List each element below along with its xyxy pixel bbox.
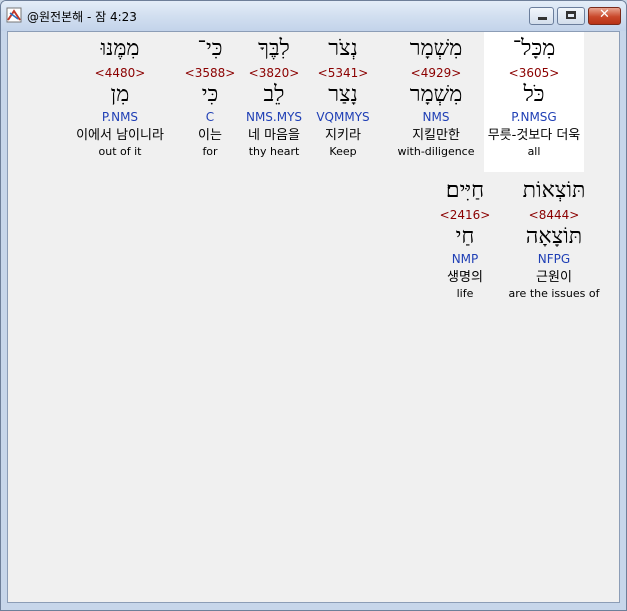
minimize-button[interactable] (529, 7, 554, 25)
app-window: @원전본해 - 잠 4:23 ✕ מִכָּל־ <3605> כֹּל P.N… (0, 0, 627, 611)
close-button[interactable]: ✕ (588, 7, 621, 25)
english-gloss: life (456, 287, 474, 300)
english-gloss: are the issues of (508, 287, 600, 300)
strong-number[interactable]: <8444> (504, 208, 604, 224)
korean-gloss: 무릇-것보다 더욱 (487, 128, 581, 143)
hebrew-word: מִמֶּנּוּ (100, 36, 140, 61)
strong-number[interactable]: <5341> (303, 66, 383, 82)
hebrew-word: לִבֶּךָ (258, 36, 290, 61)
lemma-word: מִשְׁמָר (409, 82, 463, 107)
strong-number[interactable]: <2416> (429, 208, 501, 224)
hebrew-word: מִכָּל־ (512, 36, 556, 61)
maximize-button[interactable] (557, 7, 585, 25)
morphology-code: NFPG (537, 252, 571, 266)
lemma-word: נָצַר (328, 82, 358, 107)
minimize-icon (538, 17, 547, 20)
english-gloss: Keep (329, 145, 357, 158)
word-cell[interactable]: נְצֹר <5341> נָצַר VQMMYS 지키라 Keep (303, 32, 383, 172)
morphology-code: NMS (422, 110, 450, 124)
morphology-code: VQMMYS (316, 110, 370, 124)
lemma-word: מִן (110, 82, 130, 107)
korean-gloss: 이에서 남이니라 (76, 128, 164, 143)
title-bar[interactable]: @원전본해 - 잠 4:23 ✕ (1, 1, 626, 31)
hebrew-word: מִשְׁמָר (409, 36, 463, 61)
strong-number[interactable]: <3588> (180, 66, 240, 82)
morphology-code: NMS.MYS (245, 110, 303, 124)
strong-number[interactable]: <3605> (484, 66, 584, 82)
english-gloss: all (527, 145, 541, 158)
korean-gloss: 지키라 (325, 128, 361, 143)
word-cell[interactable]: מִשְׁמָר <4929> מִשְׁמָר NMS 지킬만한 with-d… (386, 32, 486, 172)
strong-number[interactable]: <3820> (234, 66, 314, 82)
lemma-word: כֹּל (523, 82, 545, 107)
hebrew-word: חַיִּים׃ (445, 178, 485, 203)
strong-number[interactable]: <4480> (60, 66, 180, 82)
word-cell[interactable]: מִמֶּנּוּ <4480> מִן P.NMS 이에서 남이니라 out … (60, 32, 180, 172)
app-logo-icon (6, 7, 22, 23)
korean-gloss: 네 마음을 (248, 128, 300, 143)
morphology-code: P.NMSG (511, 110, 557, 124)
morphology-code: P.NMS (101, 110, 139, 124)
interlinear-panel: מִכָּל־ <3605> כֹּל P.NMSG 무릇-것보다 더욱 all… (7, 31, 620, 603)
word-cell[interactable]: חַיִּים׃ <2416> חַי NMP 생명의 life (429, 174, 501, 314)
english-gloss: out of it (98, 145, 142, 158)
korean-gloss: 이는 (198, 128, 222, 143)
word-cell[interactable]: כִּי־ <3588> כִּי C 이는 for (180, 32, 240, 172)
window-title: @원전본해 - 잠 4:23 (27, 10, 137, 24)
korean-gloss: 생명의 (447, 270, 483, 285)
close-icon: ✕ (599, 7, 610, 22)
english-gloss: thy heart (248, 145, 300, 158)
korean-gloss: 근원이 (536, 270, 572, 285)
word-cell[interactable]: מִכָּל־ <3605> כֹּל P.NMSG 무릇-것보다 더욱 all (484, 32, 584, 172)
strong-number[interactable]: <4929> (386, 66, 486, 82)
hebrew-word: נְצֹר (328, 36, 358, 61)
lemma-word: חַי (455, 224, 475, 249)
korean-gloss: 지킬만한 (412, 128, 460, 143)
maximize-icon (566, 11, 576, 19)
morphology-code: C (205, 110, 215, 124)
lemma-word: כִּי (201, 82, 219, 107)
lemma-word: לֵב (263, 82, 285, 107)
hebrew-word: כִּי־ (197, 36, 223, 61)
word-cell[interactable]: לִבֶּךָ <3820> לֵב NMS.MYS 네 마음을 thy hea… (234, 32, 314, 172)
hebrew-word: תּוֹצְאוֹת (522, 178, 586, 203)
morphology-code: NMP (451, 252, 479, 266)
english-gloss: with-diligence (397, 145, 475, 158)
lemma-word: תּוֹצָאָה (525, 224, 583, 249)
word-cell[interactable]: תּוֹצְאוֹת <8444> תּוֹצָאָה NFPG 근원이 are… (504, 174, 604, 314)
english-gloss: for (202, 145, 218, 158)
